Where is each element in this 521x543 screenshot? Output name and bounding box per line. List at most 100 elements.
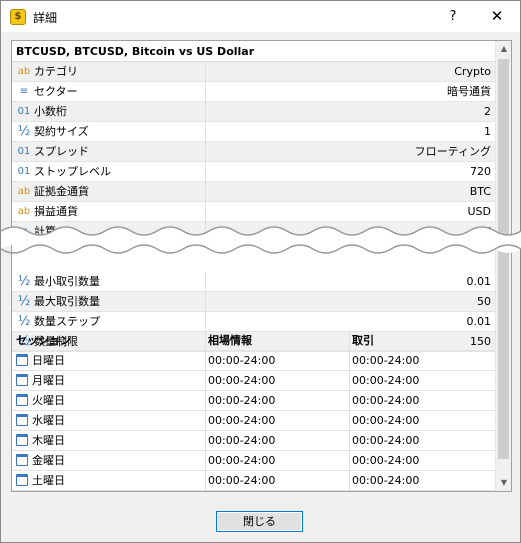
list-type-icon: ≡ <box>19 86 29 97</box>
column-divider <box>205 182 206 202</box>
property-value: 720 <box>470 165 491 178</box>
session-day: 月曜日 <box>32 374 65 387</box>
property-row[interactable]: ½ 最大取引数量 50 <box>12 292 495 312</box>
session-day-cell: 日曜日 <box>16 351 65 371</box>
integer-type-icon: 01 <box>17 166 31 177</box>
session-row[interactable]: 木曜日 00:00-24:00 00:00-24:00 <box>12 431 495 451</box>
column-divider <box>205 312 206 332</box>
column-divider <box>349 371 350 391</box>
session-quotes: 00:00-24:00 <box>208 434 276 447</box>
property-row[interactable]: ab 証拠金通貨 BTC <box>12 182 495 202</box>
close-button[interactable]: 閉じる <box>216 511 303 532</box>
property-row[interactable]: ab 損益通貨 USD <box>12 202 495 222</box>
property-label: 計算 <box>34 225 56 238</box>
property-label: 最大取引数量 <box>34 295 100 308</box>
session-trade: 00:00-24:00 <box>352 454 420 467</box>
property-value: 0.01 <box>466 315 492 328</box>
fraction-type-icon: ½ <box>17 124 31 139</box>
property-label: カテゴリ <box>34 65 78 78</box>
column-divider <box>205 451 206 471</box>
close-window-button[interactable]: ✕ <box>475 3 519 30</box>
session-day: 土曜日 <box>32 474 65 487</box>
session-day: 日曜日 <box>32 354 65 367</box>
sessions-table: セッション 相場情報 取引 日曜日 00:00-24:00 00:00-24:0… <box>12 331 495 491</box>
property-row[interactable]: 01 ストップレベル 720 <box>12 162 495 182</box>
calendar-icon <box>16 394 28 406</box>
property-value: Crypto <box>454 65 491 78</box>
property-row[interactable]: ½ 契約サイズ 1 <box>12 122 495 142</box>
fraction-type-icon: ½ <box>17 314 31 329</box>
property-label: 小数桁 <box>34 105 67 118</box>
session-day-cell: 水曜日 <box>16 411 65 431</box>
session-day: 火曜日 <box>32 394 65 407</box>
column-divider <box>205 162 206 182</box>
property-row[interactable]: ½ 最小取引数量 0.01 <box>12 272 495 292</box>
column-divider <box>205 222 206 242</box>
column-divider <box>205 351 206 371</box>
property-value: 暗号通貨 <box>447 85 491 98</box>
session-day: 金曜日 <box>32 454 65 467</box>
integer-type-icon: 01 <box>17 106 31 117</box>
text-type-icon: ab <box>17 206 31 217</box>
property-row[interactable]: ab カテゴリ Crypto <box>12 62 495 82</box>
property-row[interactable]: 01 小数桁 2 <box>12 102 495 122</box>
vertical-scrollbar[interactable]: ▲ ▼ <box>495 41 511 491</box>
list-type-icon: ≡ <box>19 226 29 237</box>
session-row[interactable]: 水曜日 00:00-24:00 00:00-24:00 <box>12 411 495 431</box>
scroll-down-arrow-icon[interactable]: ▼ <box>496 475 511 491</box>
session-row[interactable]: 金曜日 00:00-24:00 00:00-24:00 <box>12 451 495 471</box>
property-label: セクター <box>34 85 78 98</box>
property-row[interactable]: ≡ セクター 暗号通貨 <box>12 82 495 102</box>
session-row[interactable]: 火曜日 00:00-24:00 00:00-24:00 <box>12 391 495 411</box>
column-divider <box>205 122 206 142</box>
help-button[interactable]: ? <box>433 3 473 30</box>
session-day: 水曜日 <box>32 414 65 427</box>
title-bar[interactable]: $ 詳細 ? ✕ <box>1 1 520 32</box>
column-divider <box>349 391 350 411</box>
symbol-details-panel[interactable]: BTCUSD, BTCUSD, Bitcoin vs US Dollar ab … <box>11 40 512 492</box>
property-label: 数量ステップ <box>34 315 100 328</box>
column-divider <box>205 431 206 451</box>
calendar-icon <box>16 354 28 366</box>
session-quotes: 00:00-24:00 <box>208 354 276 367</box>
property-label: スプレッド <box>34 145 89 158</box>
column-divider <box>205 371 206 391</box>
column-divider <box>349 411 350 431</box>
property-value: USD <box>467 205 491 218</box>
fraction-type-icon: ½ <box>17 274 31 289</box>
sessions-header-row: セッション 相場情報 取引 <box>12 331 495 351</box>
property-value: 50 <box>477 295 491 308</box>
property-label: 契約サイズ <box>34 125 89 138</box>
session-quotes: 00:00-24:00 <box>208 414 276 427</box>
property-row[interactable]: 01 スプレッド フローティング <box>12 142 495 162</box>
calendar-icon <box>16 434 28 446</box>
property-row[interactable]: ≡ 計算 FX <box>12 222 495 242</box>
session-trade: 00:00-24:00 <box>352 414 420 427</box>
column-divider <box>205 331 206 351</box>
session-trade: 00:00-24:00 <box>352 434 420 447</box>
property-row[interactable]: ½ 数量ステップ 0.01 <box>12 312 495 332</box>
dollar-app-icon: $ <box>10 9 26 25</box>
session-day-cell: 土曜日 <box>16 471 65 491</box>
column-divider <box>349 351 350 371</box>
column-divider <box>205 142 206 162</box>
header-trade: 取引 <box>352 334 374 347</box>
session-row[interactable]: 月曜日 00:00-24:00 00:00-24:00 <box>12 371 495 391</box>
column-divider <box>205 82 206 102</box>
property-value: フローティング <box>414 145 491 158</box>
fraction-type-icon: ½ <box>17 294 31 309</box>
scroll-thumb[interactable] <box>498 59 509 459</box>
scroll-up-arrow-icon[interactable]: ▲ <box>496 41 511 57</box>
session-trade: 00:00-24:00 <box>352 374 420 387</box>
column-divider <box>205 272 206 292</box>
text-type-icon: ab <box>17 66 31 77</box>
session-row[interactable]: 土曜日 00:00-24:00 00:00-24:00 <box>12 471 495 491</box>
header-session: セッション <box>16 334 71 347</box>
column-divider <box>349 331 350 351</box>
property-value: BTC <box>469 185 491 198</box>
property-value: FX <box>477 225 491 238</box>
session-trade: 00:00-24:00 <box>352 474 420 487</box>
text-type-icon: ab <box>17 186 31 197</box>
property-value: 1 <box>484 125 491 138</box>
session-row[interactable]: 日曜日 00:00-24:00 00:00-24:00 <box>12 351 495 371</box>
